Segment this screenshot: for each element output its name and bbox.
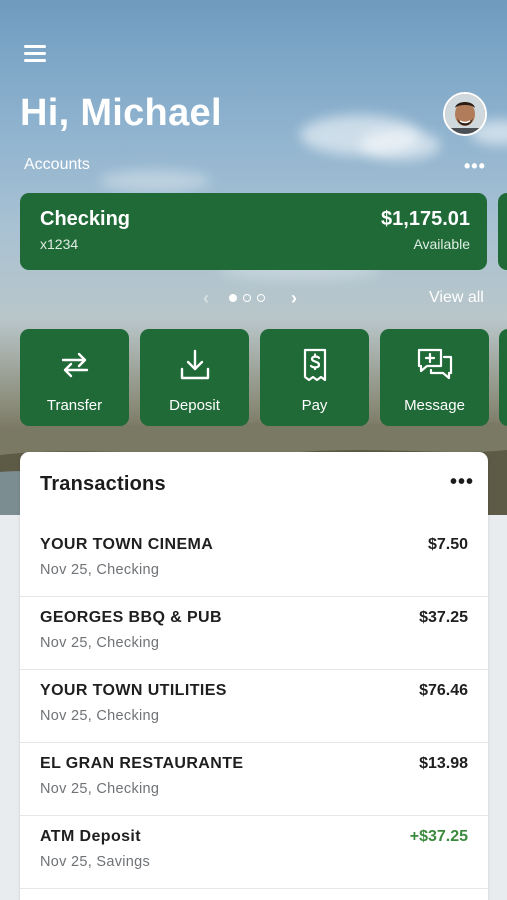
transaction-detail: Nov 25, Checking [40,562,160,578]
page-dot[interactable] [257,294,265,302]
page-dot[interactable] [229,294,237,302]
transaction-row[interactable]: YOUR TOWN UTILITIES Nov 25, Checking $76… [20,670,488,743]
account-balance: $1,175.01 [381,208,470,230]
chat-plus-icon [380,347,489,383]
ellipsis-icon[interactable]: ••• [450,471,474,494]
page-dot[interactable] [243,294,251,302]
transaction-detail: Nov 25, Checking [40,635,160,651]
transaction-amount: $7.50 [427,536,468,553]
menu-button[interactable] [24,45,46,63]
action-label: Message [404,397,465,414]
dollar-receipt-icon [260,347,369,383]
accounts-label: Accounts [24,156,90,173]
transfer-arrows-icon [20,347,129,383]
chevron-right-icon[interactable]: › [291,288,297,309]
account-pager: ‹ › [203,288,297,308]
download-tray-icon [140,347,249,383]
account-name: Checking [40,208,131,230]
transaction-name: GEORGES BBQ & PUB [40,609,222,626]
transaction-amount: $76.46 [419,682,468,699]
transaction-detail: Nov 25, Checking [40,708,160,724]
transaction-row[interactable]: YOUR TOWN CINEMA Nov 25, Checking $7.50 [20,524,488,597]
deposit-button[interactable]: Deposit [140,329,249,426]
transaction-amount: +$37.25 [409,828,468,845]
chevron-left-icon[interactable]: ‹ [203,288,209,309]
action-label: Deposit [169,397,220,414]
transaction-name: EL GRAN RESTAURANTE [40,755,244,772]
ellipsis-icon[interactable]: ••• [464,156,486,177]
transactions-card: Transactions ••• YOUR TOWN CINEMA Nov 25… [20,452,488,900]
action-label: Pay [301,397,328,414]
action-label: Transfer [46,397,103,414]
transaction-amount: $13.98 [419,755,468,772]
transactions-title: Transactions [40,473,166,495]
greeting-title: Hi, Michael [20,92,222,134]
account-number: x1234 [40,236,79,252]
account-card-checking[interactable]: Checking x1234 $1,175.01 Available [20,193,487,270]
pay-button[interactable]: Pay [260,329,369,426]
transaction-detail: Nov 25, Checking [40,781,160,797]
next-action-button[interactable] [499,329,507,426]
transaction-row[interactable]: GEORGES BBQ & PUB Nov 25, Checking $37.2… [20,597,488,670]
user-avatar[interactable] [443,92,487,136]
transaction-detail: Nov 25, Savings [40,854,151,870]
message-button[interactable]: Message [380,329,489,426]
transaction-name: YOUR TOWN CINEMA [40,536,214,553]
transfer-button[interactable]: Transfer [20,329,129,426]
transaction-amount: $37.25 [419,609,468,626]
transaction-name: ATM Deposit [40,828,141,845]
view-all-link[interactable]: View all [429,289,484,307]
transaction-name: YOUR TOWN UTILITIES [40,682,227,699]
transaction-row[interactable]: EL GRAN RESTAURANTE Nov 25, Checking $13… [20,743,488,816]
transaction-row[interactable]: ATM Deposit Nov 25, Savings +$37.25 [20,816,488,889]
next-account-card[interactable] [498,193,507,270]
balance-label: Available [413,236,470,252]
